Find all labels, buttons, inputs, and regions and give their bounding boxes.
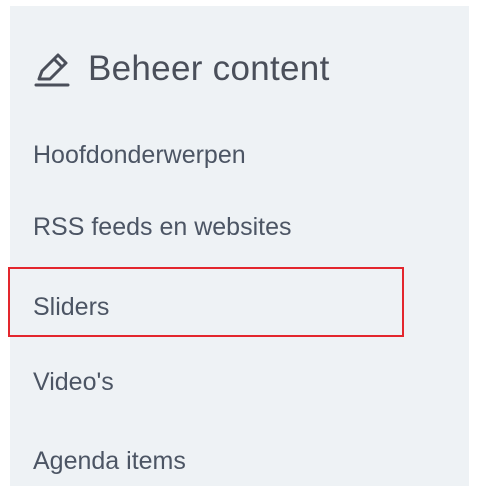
menu-item-label: Video's bbox=[33, 367, 114, 396]
content-management-panel: Beheer content Hoofdonderwerpen RSS feed… bbox=[8, 6, 469, 486]
menu-item-sliders[interactable]: Sliders bbox=[10, 287, 469, 327]
menu-item-agenda-items[interactable]: Agenda items bbox=[10, 441, 469, 481]
menu-item-label: Agenda items bbox=[33, 446, 186, 475]
menu-item-label: RSS feeds en websites bbox=[33, 212, 292, 241]
menu-item-rss-feeds[interactable]: RSS feeds en websites bbox=[10, 207, 469, 247]
menu-item-videos[interactable]: Video's bbox=[10, 362, 469, 402]
menu-item-hoofdonderwerpen[interactable]: Hoofdonderwerpen bbox=[10, 135, 469, 175]
menu-item-label: Hoofdonderwerpen bbox=[33, 140, 246, 169]
menu-item-label: Sliders bbox=[33, 292, 110, 321]
content-menu: Hoofdonderwerpen RSS feeds en websites S… bbox=[10, 6, 469, 486]
